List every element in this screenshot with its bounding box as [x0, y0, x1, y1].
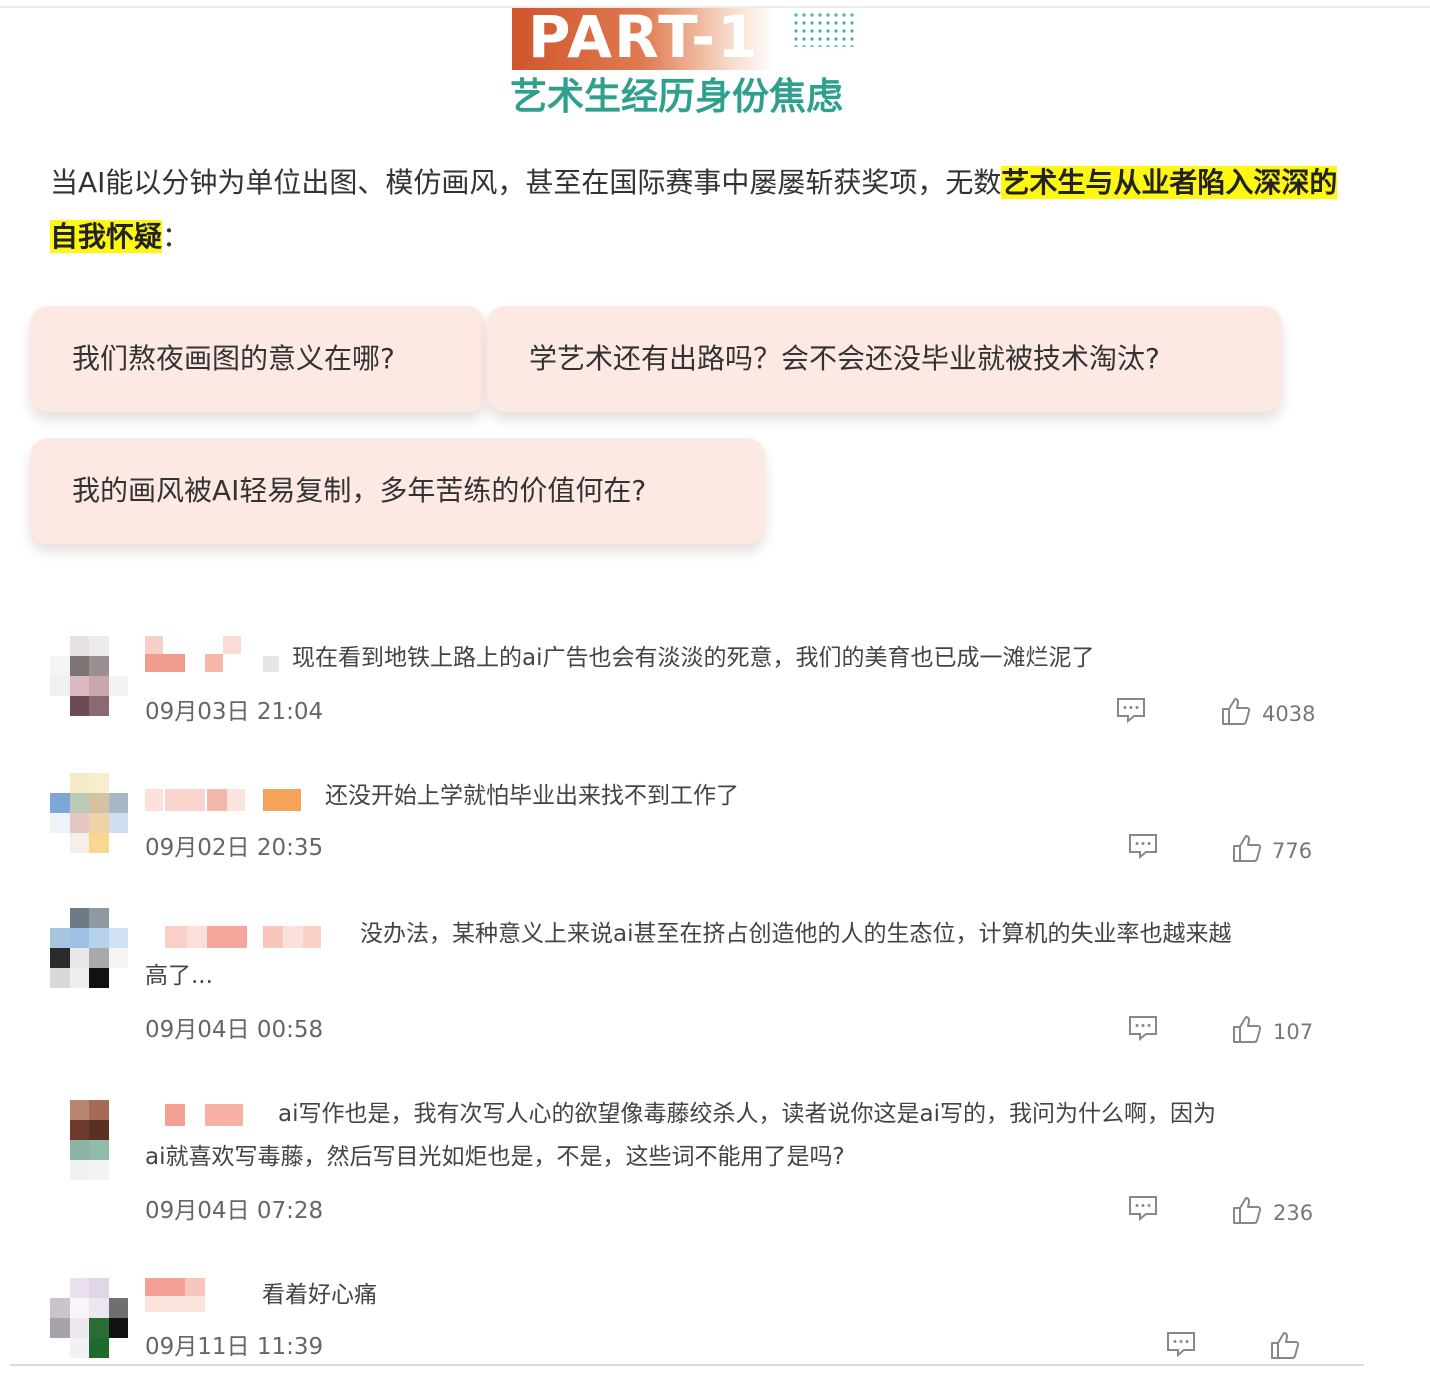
- comment-text-line-2: ai就喜欢写毒藤，然后写目光如炬也是，不是，这些词不能用了是吗?: [145, 1144, 845, 1170]
- intro-punctuation: ：: [162, 220, 191, 253]
- comment-text: 看着好心痛: [262, 1282, 377, 1308]
- thumbs-up-icon[interactable]: [1232, 1014, 1262, 1044]
- comment-text-line-2: 高了...: [145, 963, 213, 989]
- comment-bubble-icon[interactable]: [1165, 1330, 1197, 1358]
- avatar[interactable]: [50, 908, 128, 988]
- comment-timestamp: 09月11日 11:39: [145, 1334, 324, 1360]
- avatar[interactable]: [50, 1100, 128, 1180]
- section-title: 艺术生经历身份焦虑: [510, 75, 843, 118]
- avatar[interactable]: [50, 1278, 128, 1358]
- dot-pattern-decoration: [792, 11, 856, 47]
- username-blurred[interactable]: [145, 1104, 255, 1126]
- comment-bubble-icon[interactable]: [1127, 832, 1159, 860]
- intro-paragraph: 当AI能以分钟为单位出图、模仿画风，甚至在国际赛事中屡屡斩获奖项，无数艺术生与从…: [50, 156, 1340, 264]
- question-card-2: 学艺术还有出路吗？会不会还没毕业就被技术淘汰?: [487, 306, 1282, 412]
- thumbs-up-icon[interactable]: [1232, 1195, 1262, 1225]
- avatar[interactable]: [50, 636, 128, 716]
- comment-bubble-icon[interactable]: [1127, 1014, 1159, 1042]
- question-card-1: 我们熬夜画图的意义在哪?: [30, 306, 485, 412]
- username-blurred[interactable]: [145, 926, 325, 948]
- comment-text: 现在看到地铁上路上的ai广告也会有淡淡的死意，我们的美育也已成一滩烂泥了: [292, 645, 1095, 671]
- intro-text: 当AI能以分钟为单位出图、模仿画风，甚至在国际赛事中屡屡斩获奖项，无数: [50, 166, 1002, 199]
- comment-text-line-1: ai写作也是，我有次写人心的欲望像毒藤绞杀人，读者说你这是ai写的，我问为什么啊…: [278, 1101, 1216, 1127]
- thumbs-up-icon[interactable]: [1270, 1330, 1300, 1360]
- like-count: 236: [1273, 1201, 1314, 1225]
- bottom-divider: [10, 1364, 1364, 1366]
- comment-bubble-icon[interactable]: [1127, 1194, 1159, 1222]
- username-blurred[interactable]: [145, 789, 305, 811]
- comment-timestamp: 09月02日 20:35: [145, 835, 324, 861]
- comment-text: 还没开始上学就怕毕业出来找不到工作了: [325, 783, 739, 809]
- username-blurred[interactable]: [145, 1278, 209, 1314]
- avatar[interactable]: [50, 773, 128, 853]
- part-label: PART-1: [528, 3, 760, 71]
- thumbs-up-icon[interactable]: [1221, 696, 1251, 726]
- like-count: 4038: [1262, 702, 1316, 726]
- comment-timestamp: 09月04日 00:58: [145, 1017, 324, 1043]
- comment-timestamp: 09月04日 07:28: [145, 1198, 324, 1224]
- thumbs-up-icon[interactable]: [1232, 833, 1262, 863]
- like-count: 776: [1272, 839, 1313, 863]
- question-card-3: 我的画风被AI轻易复制，多年苦练的价值何在?: [30, 438, 765, 544]
- comment-text-line-1: 没办法，某种意义上来说ai甚至在挤占创造他的人的生态位，计算机的失业率也越来越: [360, 921, 1232, 947]
- comment-timestamp: 09月03日 21:04: [145, 699, 324, 725]
- like-count: 107: [1273, 1020, 1314, 1044]
- comment-bubble-icon[interactable]: [1115, 696, 1147, 724]
- username-blurred[interactable]: [145, 636, 285, 674]
